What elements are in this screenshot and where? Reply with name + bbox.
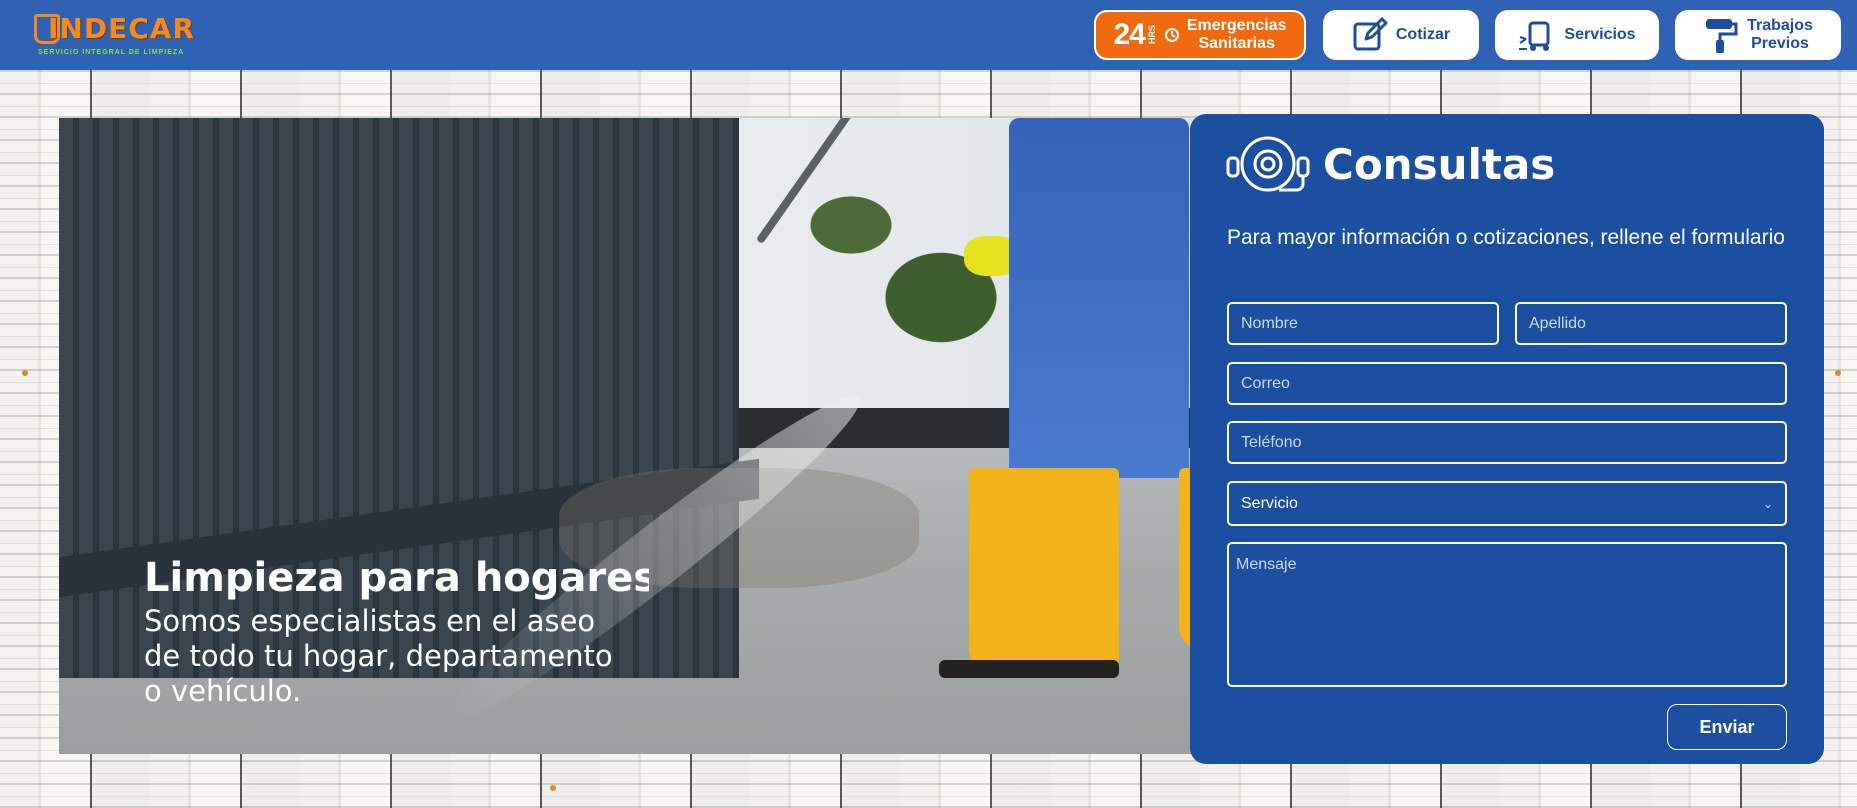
- clock-icon: [1164, 26, 1179, 44]
- hero-description: Somos especialistas en el aseo de todo t…: [144, 604, 649, 709]
- emergency-line2: Sanitarias: [1198, 35, 1275, 52]
- cotizar-button[interactable]: Cotizar: [1323, 10, 1479, 60]
- telefono-field[interactable]: Teléfono: [1227, 421, 1787, 464]
- trabajos-line1: Trabajos: [1747, 17, 1813, 34]
- emergency-hrs: HRS: [1146, 25, 1157, 45]
- emergency-button[interactable]: 24 HRS Emergencias Sanitarias: [1094, 10, 1306, 60]
- frame-knot: [22, 370, 28, 376]
- emergency-24: 24: [1113, 18, 1146, 51]
- chevron-down-icon: ⌄: [1762, 496, 1773, 511]
- worker-legs: [1009, 118, 1189, 478]
- mensaje-textarea[interactable]: Mensaje: [1227, 542, 1787, 687]
- servicio-select[interactable]: Servicio ⌄: [1227, 481, 1787, 526]
- cotizar-label: Cotizar: [1395, 26, 1451, 43]
- hero-desc-line: o vehículo.: [144, 674, 302, 708]
- hero-desc-line: Somos especialistas en el aseo: [144, 604, 596, 638]
- form-title: Consultas: [1323, 140, 1556, 189]
- cleaning-machine-icon: [1518, 17, 1556, 53]
- yellow-boot: [939, 468, 1119, 678]
- trabajos-previos-button[interactable]: Trabajos Previos: [1675, 10, 1841, 60]
- frame-knot: [1835, 370, 1841, 376]
- site-header: INDECAR SERVICIO INTEGRAL DE LIMPIEZA 24…: [0, 0, 1857, 70]
- enviar-button[interactable]: Enviar: [1667, 704, 1787, 750]
- servicios-button[interactable]: Servicios: [1495, 10, 1659, 60]
- frame-knot: [550, 785, 556, 791]
- support-gear-icon: [1226, 128, 1310, 205]
- servicio-selected: Servicio: [1241, 494, 1298, 512]
- hero-image: Limpieza para hogares Somos especialista…: [59, 118, 1199, 754]
- logo-tagline: SERVICIO INTEGRAL DE LIMPIEZA: [38, 49, 185, 56]
- correo-field[interactable]: Correo: [1227, 362, 1787, 405]
- logo-name: INDECAR: [48, 12, 195, 45]
- form-subtitle: Para mayor información o cotizaciones, r…: [1227, 226, 1785, 249]
- servicios-label: Servicios: [1564, 26, 1636, 43]
- apellido-field[interactable]: Apellido: [1515, 302, 1787, 345]
- emergency-line1: Emergencias: [1186, 17, 1287, 34]
- consultas-form-panel: Consultas Para mayor información o cotiz…: [1190, 114, 1824, 764]
- nombre-field[interactable]: Nombre: [1227, 302, 1499, 345]
- edit-icon: [1352, 17, 1388, 53]
- paint-roller-icon: [1703, 16, 1739, 54]
- trabajos-line2: Previos: [1751, 35, 1809, 52]
- hero-title: Limpieza para hogares: [144, 555, 649, 601]
- hero-desc-line: de todo tu hogar, departamento: [144, 639, 613, 673]
- indecar-logo[interactable]: INDECAR SERVICIO INTEGRAL DE LIMPIEZA: [34, 8, 194, 64]
